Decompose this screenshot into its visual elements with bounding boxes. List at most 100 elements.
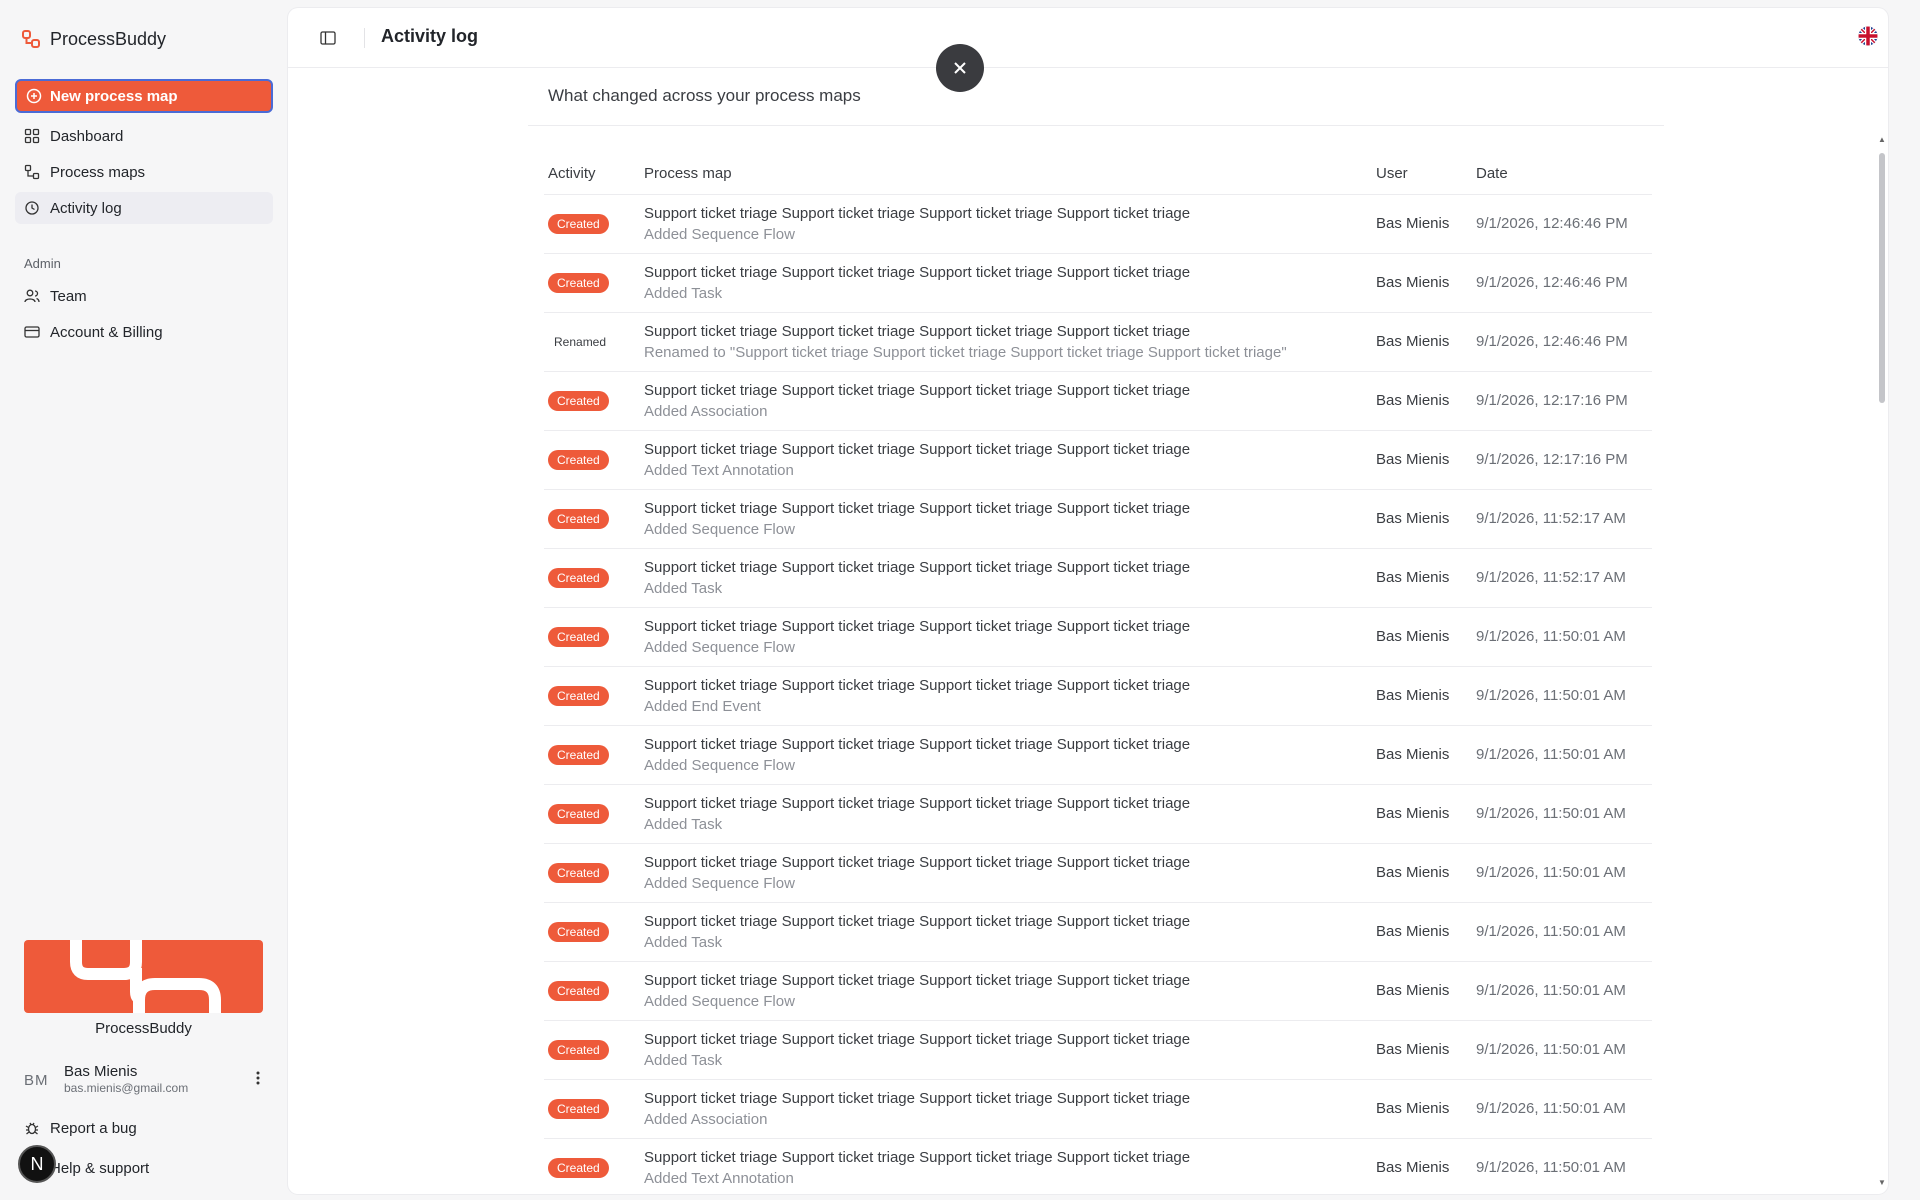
table-row[interactable]: Created Support ticket triage Support tic… xyxy=(544,843,1652,903)
sidebar-item-label: Account & Billing xyxy=(50,323,163,341)
close-button[interactable] xyxy=(936,44,984,92)
activity-badge: Created xyxy=(548,508,609,529)
user-cell: Bas Mienis xyxy=(1372,961,1472,1021)
column-header-activity[interactable]: Activity xyxy=(544,154,640,195)
activity-badge: Created xyxy=(548,1039,609,1060)
sidebar-toggle-icon[interactable] xyxy=(320,30,336,46)
table-row[interactable]: Created Support ticket triage Support tic… xyxy=(544,194,1652,254)
date-cell: 9/1/2026, 11:50:01 AM xyxy=(1472,902,1652,962)
avatar: BM xyxy=(24,1071,49,1089)
process-map-cell[interactable]: Support ticket triage Support ticket tri… xyxy=(640,1138,1372,1194)
table-row[interactable]: Created Support ticket triage Support tic… xyxy=(544,725,1652,785)
table-row[interactable]: Created Support ticket triage Support tic… xyxy=(544,253,1652,313)
table-row[interactable]: Renamed Support ticket triage Support tic… xyxy=(544,312,1652,372)
activity-cell: Created xyxy=(544,961,640,1021)
sidebar-item-account-billing[interactable]: Account & Billing xyxy=(15,316,273,348)
table-row[interactable]: Created Support ticket triage Support tic… xyxy=(544,1079,1652,1139)
date-cell: 9/1/2026, 11:50:01 AM xyxy=(1472,1020,1652,1080)
logo-icon xyxy=(22,30,40,48)
change-detail: Added Sequence Flow xyxy=(644,520,795,538)
column-header-date[interactable]: Date xyxy=(1472,154,1652,195)
process-map-cell[interactable]: Support ticket triage Support ticket tri… xyxy=(640,312,1372,372)
process-map-cell[interactable]: Support ticket triage Support ticket tri… xyxy=(640,1079,1372,1139)
page-title: Activity log xyxy=(381,26,479,46)
user-cell: Bas Mienis xyxy=(1372,371,1472,431)
divider xyxy=(528,125,1664,126)
table-row[interactable]: Created Support ticket triage Support tic… xyxy=(544,430,1652,490)
user-cell: Bas Mienis xyxy=(1372,843,1472,903)
table-row[interactable]: Created Support ticket triage Support tic… xyxy=(544,784,1652,844)
activity-badge: Created xyxy=(548,272,609,293)
bug-icon xyxy=(25,1122,39,1135)
column-header-user[interactable]: User xyxy=(1372,154,1472,195)
table-row[interactable]: Created Support ticket triage Support tic… xyxy=(544,371,1652,431)
process-map-cell[interactable]: Support ticket triage Support ticket tri… xyxy=(640,548,1372,608)
scroll-down-icon[interactable]: ▼ xyxy=(1878,1178,1886,1187)
card-icon xyxy=(24,326,40,338)
promo-banner[interactable] xyxy=(24,940,263,1013)
scrollbar[interactable]: ▲ ▼ xyxy=(1878,133,1886,1193)
sidebar-item-activity-log[interactable]: Activity log xyxy=(15,192,273,224)
users-icon xyxy=(24,289,40,303)
activity-cell: Created xyxy=(544,253,640,313)
table-row[interactable]: Created Support ticket triage Support tic… xyxy=(544,666,1652,726)
sidebar-item-process-maps[interactable]: Process maps xyxy=(15,156,273,188)
sidebar-item-dashboard[interactable]: Dashboard xyxy=(15,120,273,152)
history-icon xyxy=(25,201,39,215)
activity-badge: Created xyxy=(548,567,609,588)
activity-cell: Created xyxy=(544,194,640,254)
process-map-cell[interactable]: Support ticket triage Support ticket tri… xyxy=(640,607,1372,667)
new-process-map-button[interactable]: New process map xyxy=(15,79,273,113)
user-cell: Bas Mienis xyxy=(1372,784,1472,844)
activity-cell: Created xyxy=(544,725,640,785)
activity-cell: Created xyxy=(544,607,640,667)
process-map-cell[interactable]: Support ticket triage Support ticket tri… xyxy=(640,371,1372,431)
process-map-name: Support ticket triage Support ticket tri… xyxy=(644,440,1191,458)
user-email: bas.mienis@gmail.com xyxy=(64,1081,189,1095)
activity-cell: Created xyxy=(544,843,640,903)
process-map-cell[interactable]: Support ticket triage Support ticket tri… xyxy=(640,784,1372,844)
table-row[interactable]: Created Support ticket triage Support tic… xyxy=(544,548,1652,608)
uk-flag-icon[interactable] xyxy=(1858,26,1878,46)
process-map-cell[interactable]: Support ticket triage Support ticket tri… xyxy=(640,1020,1372,1080)
process-map-cell[interactable]: Support ticket triage Support ticket tri… xyxy=(640,725,1372,785)
change-detail: Added Sequence Flow xyxy=(644,756,795,774)
process-map-cell[interactable]: Support ticket triage Support ticket tri… xyxy=(640,430,1372,490)
user-profile[interactable]: BM Bas Mienis bas.mienis@gmail.com xyxy=(24,1060,274,1100)
date-cell: 9/1/2026, 12:17:16 PM xyxy=(1472,371,1652,431)
table-row[interactable]: Created Support ticket triage Support tic… xyxy=(544,607,1652,667)
process-map-cell[interactable]: Support ticket triage Support ticket tri… xyxy=(640,194,1372,254)
process-map-cell[interactable]: Support ticket triage Support ticket tri… xyxy=(640,961,1372,1021)
process-map-cell[interactable]: Support ticket triage Support ticket tri… xyxy=(640,902,1372,962)
report-bug-label: Report a bug xyxy=(50,1119,137,1137)
table-row[interactable]: Created Support ticket triage Support tic… xyxy=(544,961,1652,1021)
date-cell: 9/1/2026, 11:50:01 AM xyxy=(1472,725,1652,785)
column-header-process-map[interactable]: Process map xyxy=(640,154,1372,195)
process-map-name: Support ticket triage Support ticket tri… xyxy=(644,381,1191,399)
change-detail: Added Sequence Flow xyxy=(644,638,795,656)
change-detail: Added Association xyxy=(644,402,768,420)
sidebar-item-team[interactable]: Team xyxy=(15,280,273,312)
process-map-name: Support ticket triage Support ticket tri… xyxy=(644,853,1191,871)
table-row[interactable]: Created Support ticket triage Support tic… xyxy=(544,1020,1652,1080)
table-row[interactable]: Created Support ticket triage Support tic… xyxy=(544,489,1652,549)
more-options-icon[interactable] xyxy=(256,1070,260,1086)
process-map-name: Support ticket triage Support ticket tri… xyxy=(644,971,1191,989)
report-bug-link[interactable]: Report a bug xyxy=(24,1116,137,1140)
process-map-cell[interactable]: Support ticket triage Support ticket tri… xyxy=(640,666,1372,726)
change-detail: Added Task xyxy=(644,933,723,951)
user-cell: Bas Mienis xyxy=(1372,1138,1472,1194)
activity-badge: Created xyxy=(548,449,609,470)
notifications-badge[interactable]: N xyxy=(18,1145,56,1183)
date-cell: 9/1/2026, 11:52:17 AM xyxy=(1472,548,1652,608)
process-map-cell[interactable]: Support ticket triage Support ticket tri… xyxy=(640,489,1372,549)
brand[interactable]: ProcessBuddy xyxy=(22,26,166,52)
table-row[interactable]: Created Support ticket triage Support tic… xyxy=(544,902,1652,962)
table-row[interactable]: Created Support ticket triage Support tic… xyxy=(544,1138,1652,1194)
process-map-cell[interactable]: Support ticket triage Support ticket tri… xyxy=(640,843,1372,903)
scroll-thumb[interactable] xyxy=(1879,153,1885,403)
user-cell: Bas Mienis xyxy=(1372,666,1472,726)
scroll-up-icon[interactable]: ▲ xyxy=(1878,135,1886,144)
process-map-cell[interactable]: Support ticket triage Support ticket tri… xyxy=(640,253,1372,313)
activity-cell: Created xyxy=(544,1138,640,1194)
